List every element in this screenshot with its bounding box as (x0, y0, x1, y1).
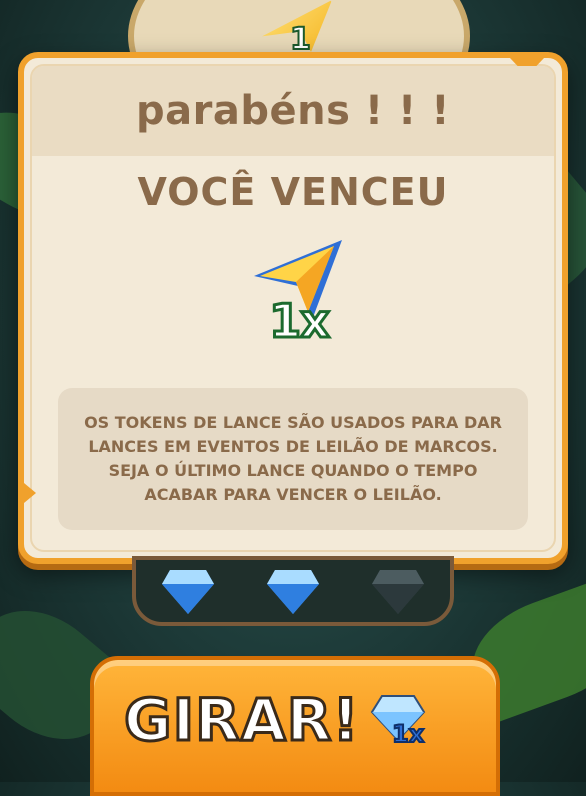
reward-description: OS TOKENS DE LANCE SÃO USADOS PARA DAR L… (84, 413, 502, 504)
spin-cost: 1x (391, 719, 425, 749)
reward-quantity: 1x (268, 293, 332, 350)
empty-diamond-icon (371, 570, 424, 614)
modal-header: parabéns ! ! ! (32, 66, 554, 156)
side-tab-decoration (18, 478, 36, 508)
blue-diamond-icon (266, 570, 319, 614)
spin-button-label: GIRAR! (123, 685, 361, 756)
win-subtitle: VOCÊ VENCEU (137, 170, 449, 214)
description-box: OS TOKENS DE LANCE SÃO USADOS PARA DAR L… (58, 388, 528, 530)
blue-diamond-icon (162, 570, 215, 614)
spin-button[interactable]: GIRAR! 1x (90, 656, 500, 796)
gem-tray (132, 556, 454, 626)
modal-title: parabéns ! ! ! (136, 88, 450, 134)
reward-modal: parabéns ! ! ! VOCÊ VENCEU 1x OS TOKENS … (18, 52, 568, 564)
